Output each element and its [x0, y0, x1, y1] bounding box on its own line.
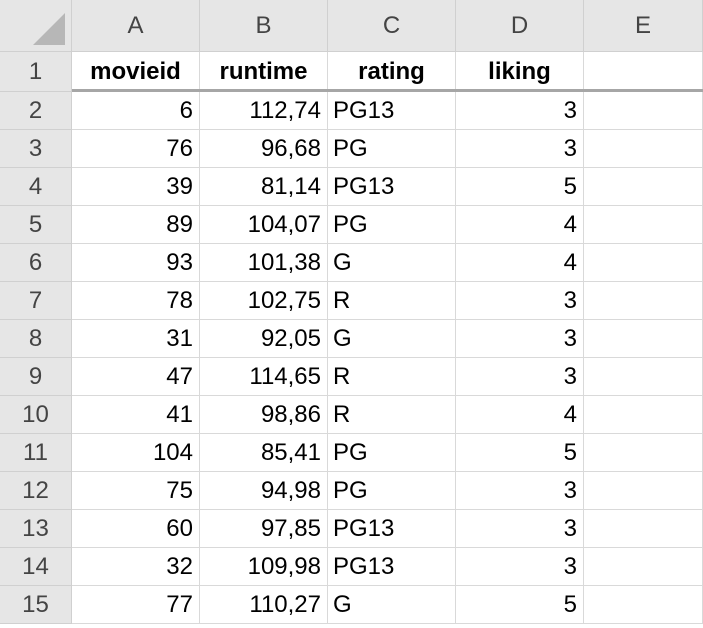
cell-e[interactable] [584, 434, 703, 472]
cell-runtime[interactable]: 110,27 [200, 586, 328, 624]
cell-liking[interactable]: 4 [456, 244, 584, 282]
cell-movieid[interactable]: 32 [72, 548, 200, 586]
cell-runtime[interactable]: 85,41 [200, 434, 328, 472]
cell-runtime[interactable]: 81,14 [200, 168, 328, 206]
cell-rating[interactable]: PG [328, 472, 456, 510]
row-header-1[interactable]: 1 [0, 52, 72, 92]
cell-rating[interactable]: G [328, 320, 456, 358]
header-cell-e[interactable] [584, 52, 703, 92]
cell-runtime[interactable]: 114,65 [200, 358, 328, 396]
cell-liking[interactable]: 3 [456, 282, 584, 320]
cell-movieid[interactable]: 76 [72, 130, 200, 168]
select-all-corner[interactable] [0, 0, 72, 52]
cell-e[interactable] [584, 168, 703, 206]
cell-liking[interactable]: 5 [456, 586, 584, 624]
cell-liking[interactable]: 3 [456, 130, 584, 168]
column-header-d[interactable]: D [456, 0, 584, 52]
cell-e[interactable] [584, 206, 703, 244]
cell-movieid[interactable]: 39 [72, 168, 200, 206]
cell-e[interactable] [584, 92, 703, 130]
row-header-4[interactable]: 4 [0, 168, 72, 206]
cell-rating[interactable]: G [328, 244, 456, 282]
column-header-b[interactable]: B [200, 0, 328, 52]
cell-liking[interactable]: 5 [456, 434, 584, 472]
cell-runtime[interactable]: 112,74 [200, 92, 328, 130]
cell-runtime[interactable]: 102,75 [200, 282, 328, 320]
row-header-7[interactable]: 7 [0, 282, 72, 320]
cell-rating[interactable]: PG13 [328, 510, 456, 548]
cell-e[interactable] [584, 130, 703, 168]
cell-movieid[interactable]: 41 [72, 396, 200, 434]
row-header-9[interactable]: 9 [0, 358, 72, 396]
row-header-5[interactable]: 5 [0, 206, 72, 244]
row-header-8[interactable]: 8 [0, 320, 72, 358]
header-cell-runtime[interactable]: runtime [200, 52, 328, 92]
spreadsheet-grid: A B C D E 1 movieid runtime rating liking 2 6 112,74… [0, 0, 703, 628]
cell-runtime[interactable]: 109,98 [200, 548, 328, 586]
cell-e[interactable] [584, 472, 703, 510]
cell-e[interactable] [584, 244, 703, 282]
cell-liking[interactable]: 3 [456, 92, 584, 130]
row-header-6[interactable]: 6 [0, 244, 72, 282]
cell-movieid[interactable]: 31 [72, 320, 200, 358]
column-header-a[interactable]: A [72, 0, 200, 52]
cell-movieid[interactable]: 6 [72, 92, 200, 130]
cell-rating[interactable]: PG [328, 130, 456, 168]
cell-runtime[interactable]: 92,05 [200, 320, 328, 358]
cell-e[interactable] [584, 586, 703, 624]
row-header-10[interactable]: 10 [0, 396, 72, 434]
cell-rating[interactable]: PG13 [328, 548, 456, 586]
cell-e[interactable] [584, 358, 703, 396]
cell-movieid[interactable]: 93 [72, 244, 200, 282]
cell-liking[interactable]: 3 [456, 320, 584, 358]
cell-rating[interactable]: PG13 [328, 92, 456, 130]
cell-rating[interactable]: G [328, 586, 456, 624]
cell-runtime[interactable]: 104,07 [200, 206, 328, 244]
cell-runtime[interactable]: 96,68 [200, 130, 328, 168]
cell-movieid[interactable]: 47 [72, 358, 200, 396]
cell-rating[interactable]: R [328, 358, 456, 396]
cell-movieid[interactable]: 60 [72, 510, 200, 548]
cell-movieid[interactable]: 75 [72, 472, 200, 510]
row-header-2[interactable]: 2 [0, 92, 72, 130]
cell-liking[interactable]: 3 [456, 548, 584, 586]
cell-liking[interactable]: 3 [456, 510, 584, 548]
cell-runtime[interactable]: 97,85 [200, 510, 328, 548]
header-cell-liking[interactable]: liking [456, 52, 584, 92]
cell-rating[interactable]: PG [328, 434, 456, 472]
cell-liking[interactable]: 3 [456, 472, 584, 510]
cell-e[interactable] [584, 396, 703, 434]
cell-runtime[interactable]: 94,98 [200, 472, 328, 510]
select-all-triangle-icon [33, 13, 65, 45]
column-header-c[interactable]: C [328, 0, 456, 52]
cell-movieid[interactable]: 104 [72, 434, 200, 472]
row-header-12[interactable]: 12 [0, 472, 72, 510]
cell-e[interactable] [584, 510, 703, 548]
cell-rating[interactable]: PG [328, 206, 456, 244]
cell-liking[interactable]: 5 [456, 168, 584, 206]
cell-e[interactable] [584, 548, 703, 586]
cell-movieid[interactable]: 78 [72, 282, 200, 320]
cell-liking[interactable]: 4 [456, 206, 584, 244]
cell-e[interactable] [584, 320, 703, 358]
row-header-11[interactable]: 11 [0, 434, 72, 472]
cell-runtime[interactable]: 101,38 [200, 244, 328, 282]
header-cell-rating[interactable]: rating [328, 52, 456, 92]
cell-rating[interactable]: R [328, 282, 456, 320]
cell-liking[interactable]: 3 [456, 358, 584, 396]
cell-rating[interactable]: R [328, 396, 456, 434]
header-cell-movieid[interactable]: movieid [72, 52, 200, 92]
cell-movieid[interactable]: 77 [72, 586, 200, 624]
cell-rating[interactable]: PG13 [328, 168, 456, 206]
row-header-15[interactable]: 15 [0, 586, 72, 624]
cell-movieid[interactable]: 89 [72, 206, 200, 244]
cell-runtime[interactable]: 98,86 [200, 396, 328, 434]
cell-liking[interactable]: 4 [456, 396, 584, 434]
freeze-pane-divider [72, 89, 703, 92]
row-header-3[interactable]: 3 [0, 130, 72, 168]
column-header-e[interactable]: E [584, 0, 703, 52]
row-header-13[interactable]: 13 [0, 510, 72, 548]
cell-e[interactable] [584, 282, 703, 320]
row-header-14[interactable]: 14 [0, 548, 72, 586]
